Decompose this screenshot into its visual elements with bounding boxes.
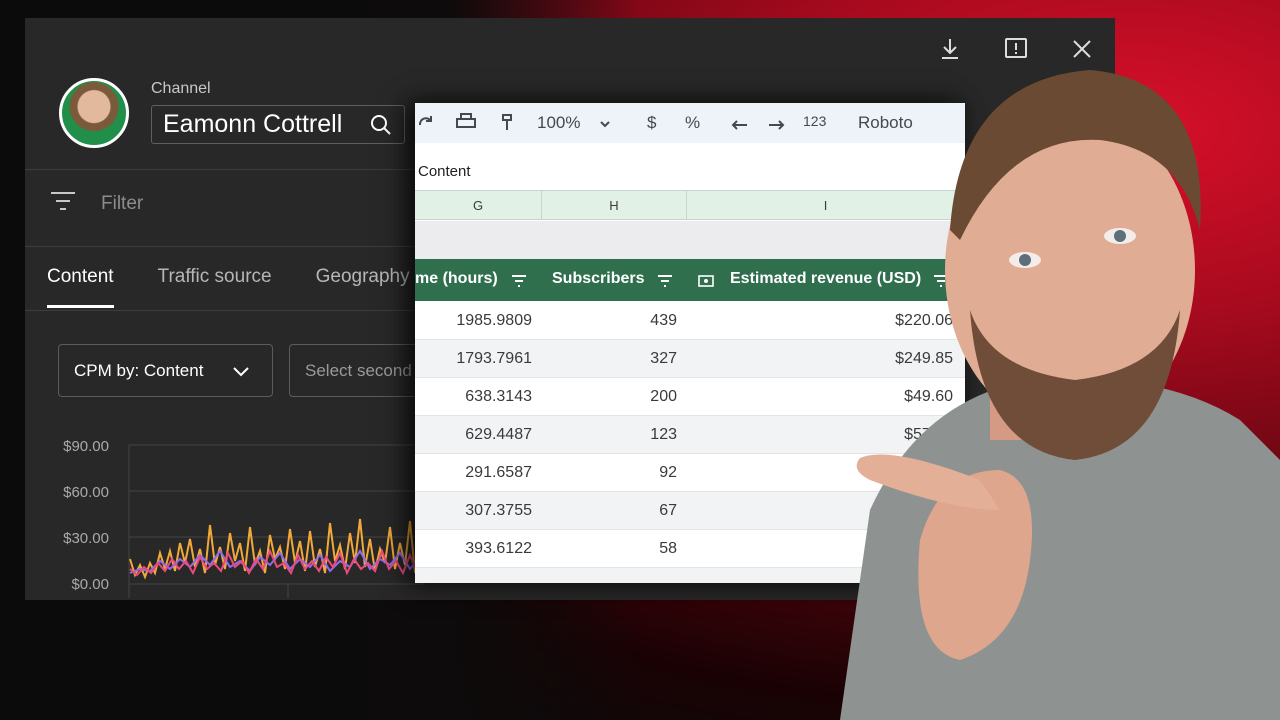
channel-name: Eamonn Cottrell [163,110,343,138]
column-header-h[interactable]: H [542,191,687,220]
formula-bar-content[interactable]: Content [418,163,471,180]
filter-icon[interactable] [49,190,77,217]
cell-subscribers[interactable]: 200 [650,388,677,406]
cell-watch-hours[interactable]: 291.6587 [465,464,532,482]
redo-icon[interactable] [417,113,435,136]
tab-geography[interactable]: Geography [316,266,410,308]
header-watch-time[interactable]: me (hours) [415,270,498,288]
cell-watch-hours[interactable]: 1985.9809 [456,312,532,330]
cell-watch-hours[interactable]: 1793.7961 [456,350,532,368]
filter-input[interactable]: Filter [101,193,143,215]
header-subscribers[interactable]: Subscribers [552,270,644,288]
decrease-decimal-icon[interactable] [727,113,751,136]
increase-decimal-icon[interactable] [765,113,789,136]
metric-select[interactable]: CPM by: Content [58,344,273,397]
cpm-line-chart: $90.00 $60.00 $30.00 $0.00 [63,438,425,598]
currency-format-button[interactable]: $ [647,113,656,133]
presenter-image [840,70,1280,720]
percent-format-button[interactable]: % [685,113,700,133]
analytics-tabs: Content Traffic source Geography [47,266,410,308]
presenter-iris [1114,230,1126,242]
y-tick-label: $0.00 [71,576,109,593]
zoom-select[interactable]: 100% [537,113,580,133]
cell-subscribers[interactable]: 439 [650,312,677,330]
cell-watch-hours[interactable]: 307.3755 [465,502,532,520]
y-tick-label: $60.00 [63,484,109,501]
y-tick-label: $30.00 [63,530,109,547]
tab-traffic-source[interactable]: Traffic source [158,266,272,308]
money-icon [698,274,714,287]
print-icon[interactable] [455,113,477,136]
channel-caption: Channel [151,80,211,97]
cell-subscribers[interactable]: 327 [650,350,677,368]
channel-picker[interactable]: Eamonn Cottrell [151,105,405,144]
channel-avatar [59,78,129,148]
cell-subscribers[interactable]: 123 [650,426,677,444]
column-header-g[interactable]: G [415,191,542,220]
cell-watch-hours[interactable]: 629.4487 [465,426,532,444]
metric-select-value: CPM by: Content [74,360,204,380]
cell-watch-hours[interactable]: 638.3143 [465,388,532,406]
chevron-down-icon [232,363,250,377]
paint-format-icon[interactable] [500,113,514,136]
cell-subscribers[interactable]: 92 [659,464,677,482]
secondary-select-placeholder: Select second [305,360,412,380]
presenter-iris [1019,254,1031,266]
filter-icon[interactable] [657,274,673,287]
cell-subscribers[interactable]: 67 [659,502,677,520]
cell-subscribers[interactable]: 58 [659,540,677,558]
filter-icon[interactable] [511,274,527,287]
tab-content[interactable]: Content [47,266,114,308]
y-tick-label: $90.00 [63,438,109,455]
filter-bar[interactable]: Filter [49,190,143,217]
cell-watch-hours[interactable]: 393.6122 [465,540,532,558]
chevron-down-icon[interactable] [600,113,610,133]
search-icon[interactable] [370,114,392,136]
